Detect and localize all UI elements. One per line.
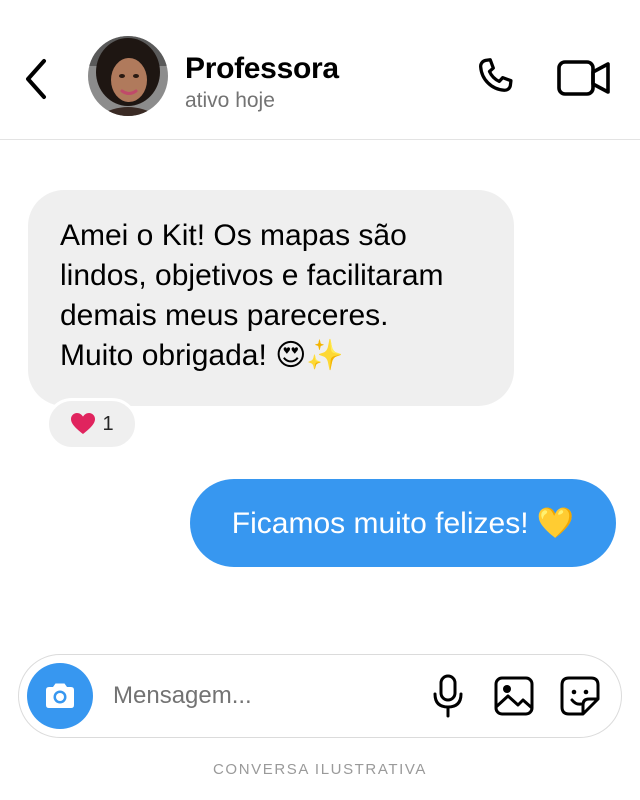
video-call-button[interactable] — [554, 52, 614, 104]
sticker-button[interactable] — [557, 673, 603, 719]
sticker-icon — [560, 676, 600, 716]
voice-call-button[interactable] — [470, 52, 522, 104]
camera-icon — [46, 683, 74, 708]
outgoing-message[interactable]: Ficamos muito felizes! 💛 — [190, 479, 616, 567]
heart-icon — [71, 413, 96, 434]
video-camera-icon — [557, 60, 610, 96]
avatar[interactable] — [88, 36, 168, 116]
outgoing-message-text: Ficamos muito felizes! 💛 — [231, 506, 575, 540]
message-input[interactable] — [113, 675, 413, 717]
reaction-badge[interactable]: 1 — [46, 398, 138, 450]
microphone-button[interactable] — [427, 671, 469, 721]
profile-photo — [88, 36, 168, 116]
microphone-icon — [433, 674, 463, 718]
gallery-button[interactable] — [491, 673, 537, 719]
incoming-message[interactable]: Amei o Kit! Os mapas são lindos, objetiv… — [28, 190, 514, 406]
message-line: Muito obrigada! 😍✨ — [60, 339, 344, 372]
chat-header: Professora ativo hoje — [0, 0, 640, 140]
image-icon — [494, 676, 534, 716]
message-line: lindos, objetivos e facilitaram — [60, 259, 444, 292]
message-line: Amei o Kit! Os mapas são — [60, 219, 407, 252]
back-button[interactable] — [16, 54, 56, 104]
chevron-left-icon — [26, 59, 46, 99]
camera-button[interactable] — [27, 663, 93, 729]
footer-caption: CONVERSA ILUSTRATIVA — [213, 761, 427, 778]
reaction-count: 1 — [102, 412, 114, 435]
phone-icon — [479, 58, 513, 92]
message-line: demais meus pareceres. — [60, 299, 389, 332]
message-composer — [18, 654, 622, 738]
contact-name[interactable]: Professora — [185, 52, 339, 86]
contact-status: ativo hoje — [185, 89, 275, 112]
